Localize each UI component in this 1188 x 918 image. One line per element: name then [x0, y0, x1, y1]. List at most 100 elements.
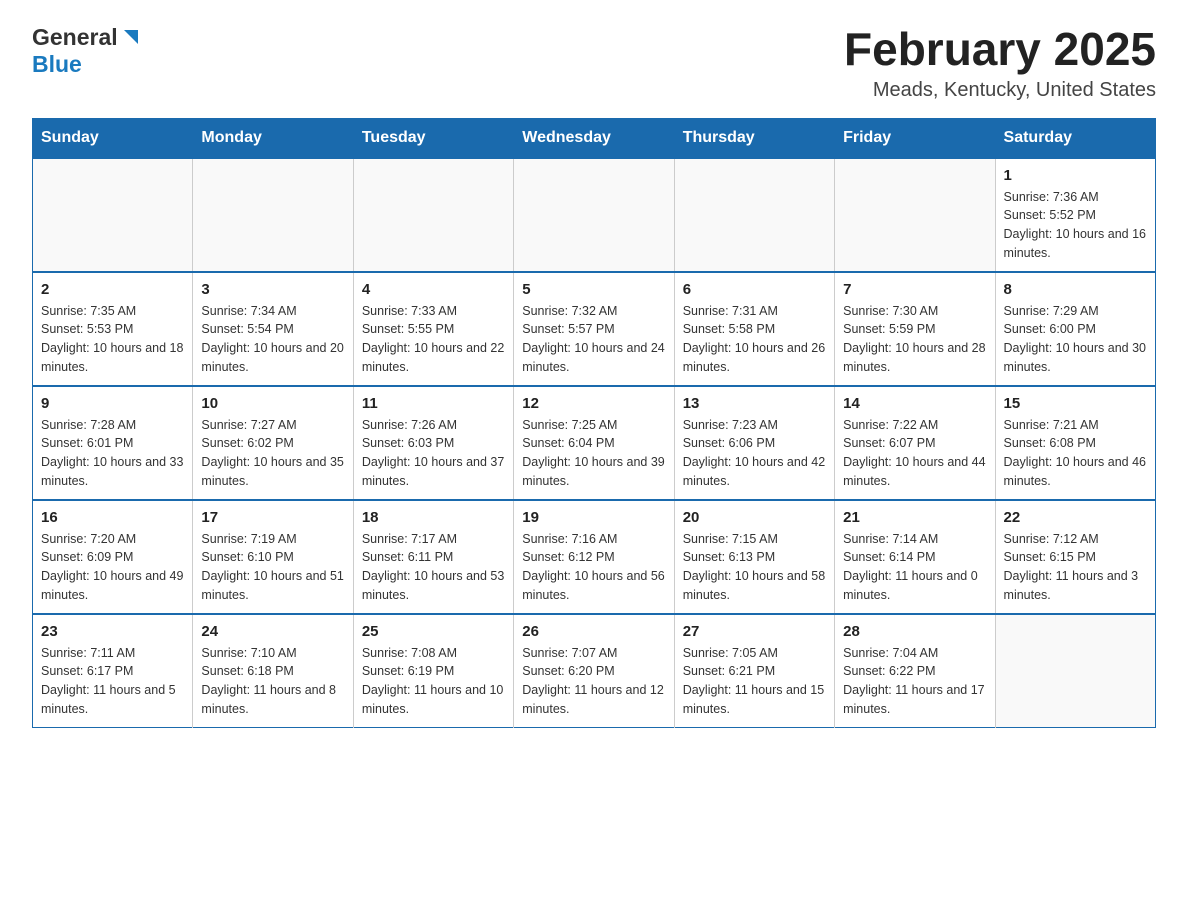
- day-number: 15: [1004, 395, 1147, 412]
- calendar-cell: 12Sunrise: 7:25 AMSunset: 6:04 PMDayligh…: [514, 386, 674, 500]
- day-info-text: Sunset: 6:11 PM: [362, 548, 505, 567]
- day-info-text: Sunset: 6:03 PM: [362, 434, 505, 453]
- day-info-text: Daylight: 11 hours and 17 minutes.: [843, 681, 986, 719]
- day-number: 19: [522, 509, 665, 526]
- day-number: 16: [41, 509, 184, 526]
- day-info-text: Sunset: 6:06 PM: [683, 434, 826, 453]
- calendar-cell: 25Sunrise: 7:08 AMSunset: 6:19 PMDayligh…: [353, 614, 513, 728]
- day-info-text: Sunset: 6:00 PM: [1004, 320, 1147, 339]
- day-info-text: Daylight: 11 hours and 5 minutes.: [41, 681, 184, 719]
- calendar-header-sunday: Sunday: [33, 118, 193, 158]
- calendar-cell: 22Sunrise: 7:12 AMSunset: 6:15 PMDayligh…: [995, 500, 1155, 614]
- day-info-text: Sunrise: 7:25 AM: [522, 416, 665, 435]
- month-title: February 2025: [844, 24, 1156, 75]
- day-info-text: Sunrise: 7:15 AM: [683, 530, 826, 549]
- day-info-text: Sunset: 6:18 PM: [201, 662, 344, 681]
- day-number: 24: [201, 623, 344, 640]
- day-info-text: Sunset: 6:20 PM: [522, 662, 665, 681]
- day-info-text: Sunrise: 7:16 AM: [522, 530, 665, 549]
- day-info-text: Daylight: 10 hours and 30 minutes.: [1004, 339, 1147, 377]
- calendar-cell: 13Sunrise: 7:23 AMSunset: 6:06 PMDayligh…: [674, 386, 834, 500]
- day-info-text: Sunrise: 7:30 AM: [843, 302, 986, 321]
- day-info-text: Sunrise: 7:04 AM: [843, 644, 986, 663]
- day-info-text: Sunrise: 7:14 AM: [843, 530, 986, 549]
- day-info-text: Sunset: 6:12 PM: [522, 548, 665, 567]
- day-number: 14: [843, 395, 986, 412]
- day-number: 28: [843, 623, 986, 640]
- day-number: 17: [201, 509, 344, 526]
- calendar-cell: 3 Sunrise: 7:34 AMSunset: 5:54 PMDaylight…: [193, 272, 353, 386]
- day-info-text: Sunrise: 7:08 AM: [362, 644, 505, 663]
- calendar-header-thursday: Thursday: [674, 118, 834, 158]
- day-info-text: Sunrise: 7:27 AM: [201, 416, 344, 435]
- calendar-cell: [835, 158, 995, 272]
- calendar-week-0: 1Sunrise: 7:36 AMSunset: 5:52 PMDaylight…: [33, 158, 1156, 272]
- day-number: 9: [41, 395, 184, 412]
- calendar-cell: 15Sunrise: 7:21 AMSunset: 6:08 PMDayligh…: [995, 386, 1155, 500]
- day-info-text: Sunset: 6:21 PM: [683, 662, 826, 681]
- day-number: 21: [843, 509, 986, 526]
- calendar-header-saturday: Saturday: [995, 118, 1155, 158]
- day-info-text: Daylight: 10 hours and 42 minutes.: [683, 453, 826, 491]
- day-info-text: Sunset: 6:15 PM: [1004, 548, 1147, 567]
- day-info-text: Sunrise: 7:23 AM: [683, 416, 826, 435]
- day-info-text: Sunset: 5:54 PM: [201, 320, 344, 339]
- day-info-text: Daylight: 10 hours and 33 minutes.: [41, 453, 184, 491]
- day-info-text: Sunset: 5:57 PM: [522, 320, 665, 339]
- day-info-text: Sunset: 6:04 PM: [522, 434, 665, 453]
- calendar-cell: 8Sunrise: 7:29 AMSunset: 6:00 PMDaylight…: [995, 272, 1155, 386]
- day-number: 3: [201, 281, 344, 298]
- logo-arrow-icon: [120, 26, 142, 48]
- day-info-text: Sunrise: 7:33 AM: [362, 302, 505, 321]
- day-info-text: Sunrise: 7:31 AM: [683, 302, 826, 321]
- day-info-text: Sunset: 6:13 PM: [683, 548, 826, 567]
- calendar-week-3: 16Sunrise: 7:20 AMSunset: 6:09 PMDayligh…: [33, 500, 1156, 614]
- day-info-text: Daylight: 11 hours and 10 minutes.: [362, 681, 505, 719]
- day-info-text: Daylight: 10 hours and 53 minutes.: [362, 567, 505, 605]
- location-text: Meads, Kentucky, United States: [844, 79, 1156, 102]
- day-info-text: Daylight: 10 hours and 35 minutes.: [201, 453, 344, 491]
- day-info-text: Daylight: 11 hours and 15 minutes.: [683, 681, 826, 719]
- day-info-text: Sunset: 5:52 PM: [1004, 206, 1147, 225]
- calendar-header-wednesday: Wednesday: [514, 118, 674, 158]
- day-info-text: Daylight: 10 hours and 20 minutes.: [201, 339, 344, 377]
- day-info-text: Sunrise: 7:20 AM: [41, 530, 184, 549]
- day-info-text: Sunrise: 7:34 AM: [201, 302, 344, 321]
- day-info-text: Sunset: 5:58 PM: [683, 320, 826, 339]
- day-number: 11: [362, 395, 505, 412]
- day-info-text: Daylight: 10 hours and 51 minutes.: [201, 567, 344, 605]
- day-info-text: Daylight: 10 hours and 22 minutes.: [362, 339, 505, 377]
- calendar-cell: 26Sunrise: 7:07 AMSunset: 6:20 PMDayligh…: [514, 614, 674, 728]
- day-info-text: Sunrise: 7:28 AM: [41, 416, 184, 435]
- day-info-text: Daylight: 10 hours and 58 minutes.: [683, 567, 826, 605]
- calendar-cell: 6Sunrise: 7:31 AMSunset: 5:58 PMDaylight…: [674, 272, 834, 386]
- day-number: 10: [201, 395, 344, 412]
- day-info-text: Daylight: 10 hours and 28 minutes.: [843, 339, 986, 377]
- day-info-text: Sunset: 6:14 PM: [843, 548, 986, 567]
- day-info-text: Sunset: 6:08 PM: [1004, 434, 1147, 453]
- day-number: 20: [683, 509, 826, 526]
- day-info-text: Daylight: 10 hours and 44 minutes.: [843, 453, 986, 491]
- day-info-text: Daylight: 10 hours and 37 minutes.: [362, 453, 505, 491]
- day-info-text: Daylight: 10 hours and 16 minutes.: [1004, 225, 1147, 263]
- day-info-text: Sunrise: 7:32 AM: [522, 302, 665, 321]
- page-header: General Blue February 2025 Meads, Kentuc…: [32, 24, 1156, 102]
- calendar-week-1: 2Sunrise: 7:35 AMSunset: 5:53 PMDaylight…: [33, 272, 1156, 386]
- calendar-cell: 5Sunrise: 7:32 AMSunset: 5:57 PMDaylight…: [514, 272, 674, 386]
- day-info-text: Sunset: 5:53 PM: [41, 320, 184, 339]
- day-info-text: Sunrise: 7:11 AM: [41, 644, 184, 663]
- calendar-cell: [995, 614, 1155, 728]
- calendar-table: SundayMondayTuesdayWednesdayThursdayFrid…: [32, 118, 1156, 728]
- day-info-text: Daylight: 11 hours and 8 minutes.: [201, 681, 344, 719]
- day-info-text: Sunset: 6:07 PM: [843, 434, 986, 453]
- day-number: 22: [1004, 509, 1147, 526]
- day-info-text: Sunrise: 7:07 AM: [522, 644, 665, 663]
- calendar-cell: 18Sunrise: 7:17 AMSunset: 6:11 PMDayligh…: [353, 500, 513, 614]
- calendar-cell: 23Sunrise: 7:11 AMSunset: 6:17 PMDayligh…: [33, 614, 193, 728]
- day-info-text: Sunrise: 7:29 AM: [1004, 302, 1147, 321]
- day-info-text: Sunrise: 7:21 AM: [1004, 416, 1147, 435]
- calendar-cell: 28Sunrise: 7:04 AMSunset: 6:22 PMDayligh…: [835, 614, 995, 728]
- day-number: 5: [522, 281, 665, 298]
- day-number: 25: [362, 623, 505, 640]
- day-info-text: Sunset: 6:02 PM: [201, 434, 344, 453]
